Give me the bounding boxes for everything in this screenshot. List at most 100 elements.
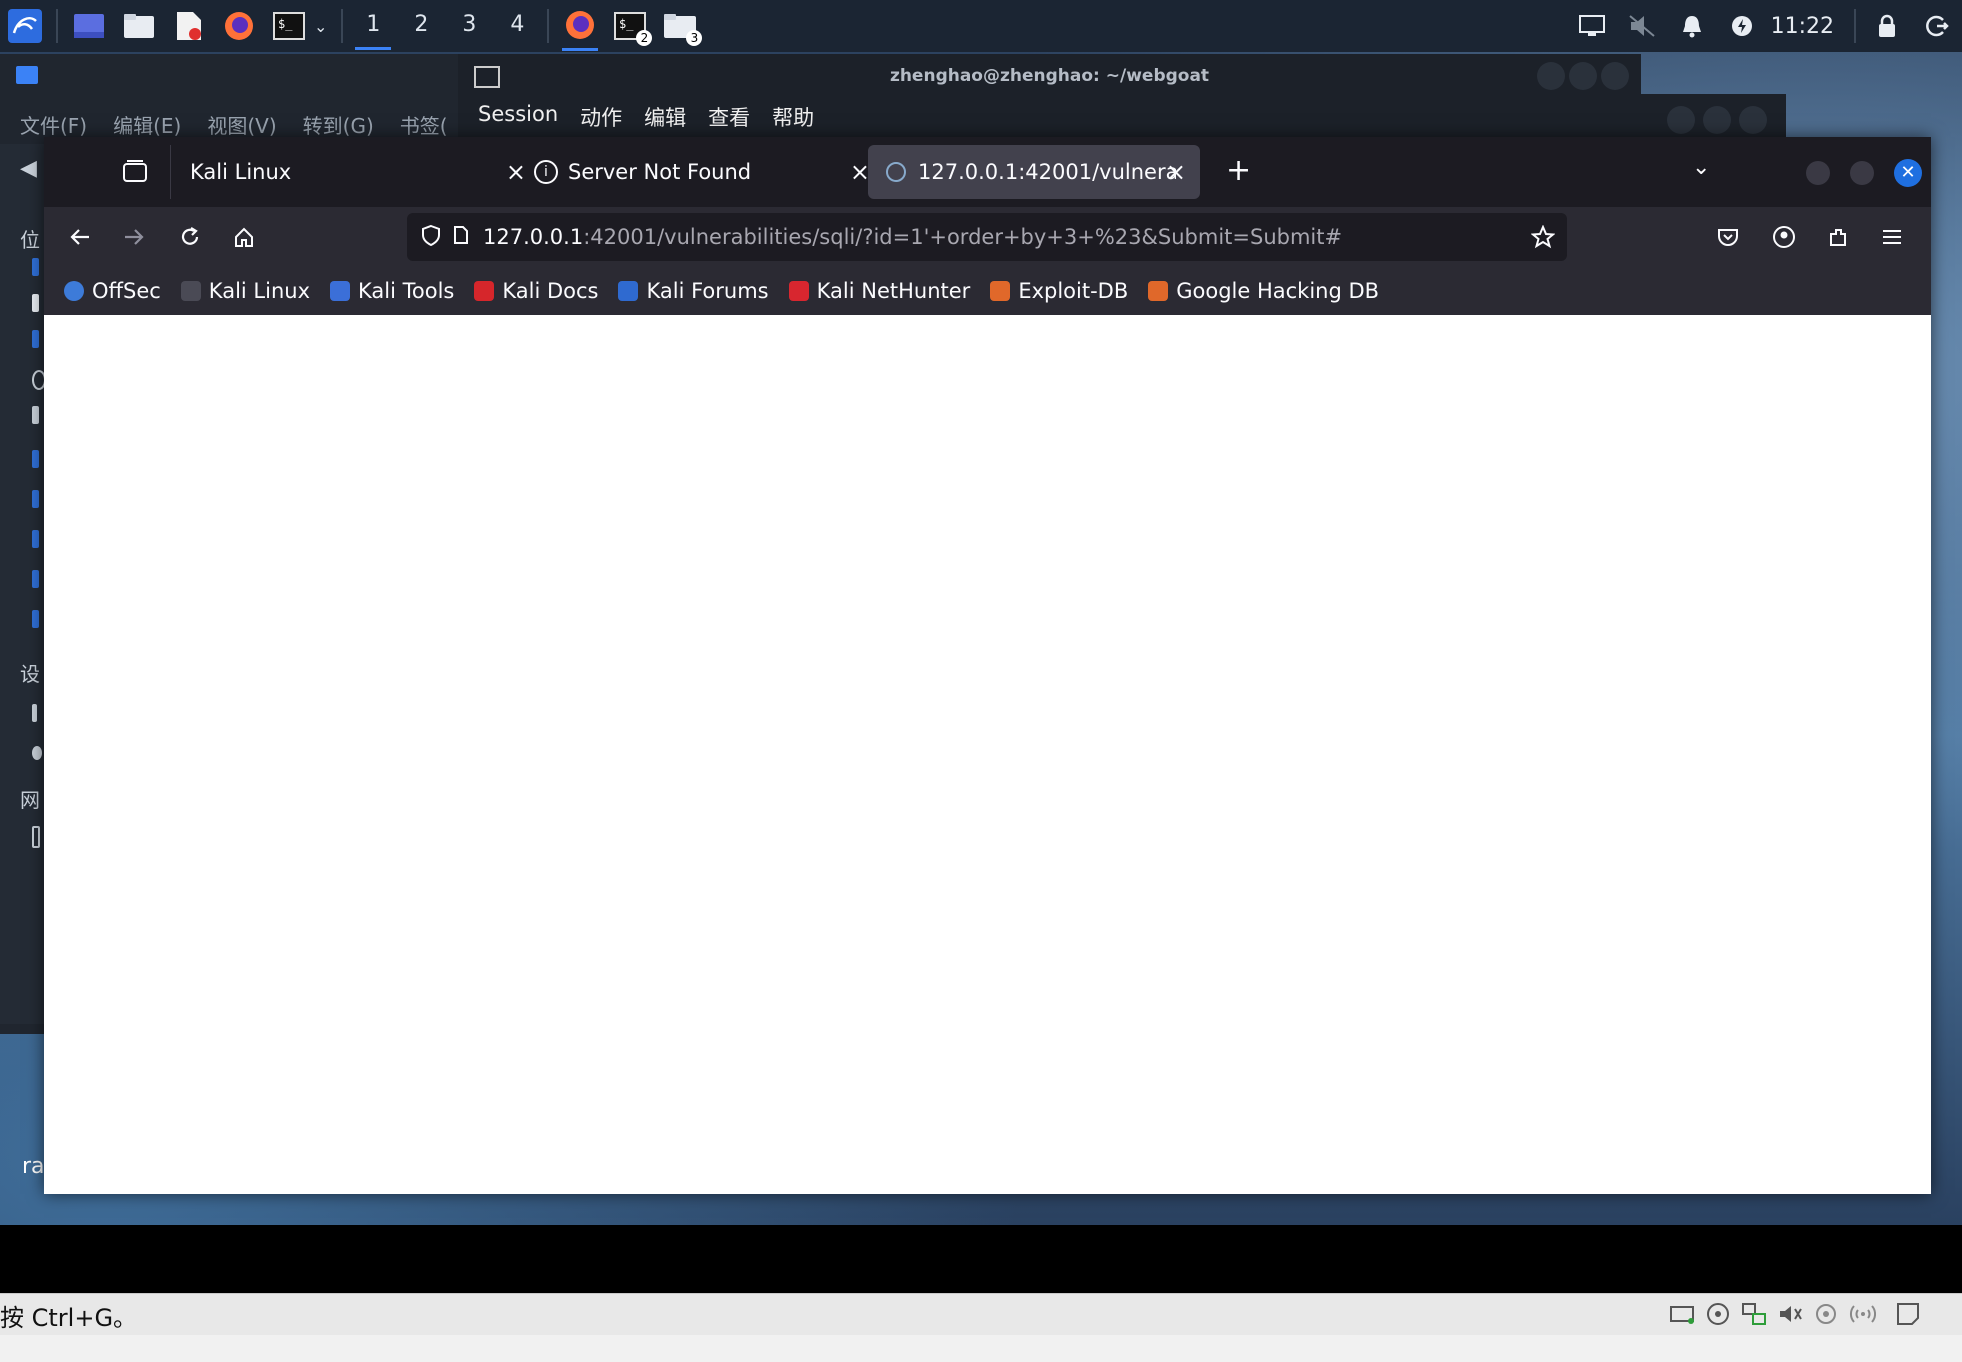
bookmark-star-icon[interactable] [1530,224,1556,254]
terminal-task-icon[interactable]: $_ 2 [612,8,653,46]
bookmark-google-hacking-db[interactable]: Google Hacking DB [1148,279,1379,303]
menu-edit[interactable]: 编辑(E) [113,110,181,139]
workspace-4[interactable]: 4 [493,0,541,52]
bookmark-kali-tools[interactable]: Kali Tools [330,279,454,303]
menu-view[interactable]: 查看 [708,102,750,132]
menu-file[interactable]: 文件(F) [20,110,87,139]
files-icon[interactable] [121,8,157,44]
sidebar-item[interactable] [32,826,40,848]
close-window-button[interactable]: ✕ [1894,159,1922,187]
kali-tools-icon [330,281,350,301]
menu-help[interactable]: 帮助 [772,102,814,132]
firefox-task-icon[interactable] [562,2,599,51]
sidebar-item[interactable] [32,746,42,760]
url-bar[interactable]: 127.0.0.1:42001/vulnerabilities/sqli/?id… [407,213,1567,261]
bookmark-kali-linux[interactable]: Kali Linux [180,279,310,303]
maximize-button[interactable] [1850,161,1874,185]
bookmark-label: OffSec [92,279,161,303]
files-task-icon[interactable]: 3 [662,8,703,46]
bookmark-kali-nethunter[interactable]: Kali NetHunter [788,279,970,303]
panel-separator [1854,9,1856,43]
workspace-3[interactable]: 3 [445,0,493,52]
tab-vulnerabilities[interactable]: 127.0.0.1:42001/vulnerabi × [868,145,1200,199]
bookmark-kali-docs[interactable]: Kali Docs [474,279,598,303]
sidebar-item[interactable] [32,330,39,348]
forward-arrow-icon[interactable] [116,219,152,255]
bookmark-exploit-db[interactable]: Exploit-DB [990,279,1128,303]
close-tab-icon[interactable]: × [1166,158,1186,186]
dropdown-icon[interactable]: ⌄ [314,17,327,36]
sidebar-item[interactable] [32,610,39,628]
close-tab-icon[interactable]: × [850,158,870,186]
close-button[interactable] [1601,62,1629,90]
firefox-icon[interactable] [221,8,257,44]
reload-icon[interactable] [172,219,208,255]
sidebar-item[interactable] [32,704,37,722]
sidebar-item[interactable] [32,294,39,312]
tab-kali-linux[interactable]: Kali Linux × [172,145,540,199]
menu-edit[interactable]: 编辑 [644,102,686,132]
tab-label: Kali Linux [190,160,292,184]
show-desktop-icon[interactable] [71,8,107,44]
minimize-button[interactable] [1806,161,1830,185]
lock-icon[interactable] [1869,8,1905,44]
text-editor-icon[interactable] [171,8,207,44]
workspace-1[interactable]: 1 [349,0,397,52]
list-all-tabs-icon[interactable]: ⌄ [1692,155,1710,180]
kali-dragon-icon [180,281,201,301]
home-icon[interactable] [226,219,262,255]
panel-separator [56,9,58,43]
pocket-icon[interactable] [1710,219,1746,255]
extensions-icon[interactable] [1820,219,1856,255]
new-tab-button[interactable]: + [1226,153,1251,188]
sidebar-item[interactable] [32,530,39,548]
screen-icon[interactable] [1574,8,1610,44]
optical-drive-icon[interactable] [1704,1300,1732,1328]
maximize-button[interactable] [1703,106,1731,134]
menu-actions[interactable]: 动作 [580,102,622,132]
workspace-2[interactable]: 2 [397,0,445,52]
bookmark-kali-forums[interactable]: Kali Forums [618,279,769,303]
minimize-button[interactable] [1667,106,1695,134]
bookmark-offsec[interactable]: OffSec [64,279,161,303]
loading-icon [886,162,906,182]
notes-icon[interactable] [1894,1300,1922,1328]
menu-session[interactable]: Session [478,102,558,132]
maximize-button[interactable] [1569,62,1597,90]
kali-menu-icon[interactable] [7,8,43,44]
account-icon[interactable] [1766,219,1802,255]
menu-view[interactable]: 视图(V) [207,110,276,139]
terminal-icon[interactable]: $_ [271,8,307,44]
menu-go[interactable]: 转到(G) [303,110,374,139]
bookmark-label: Exploit-DB [1018,279,1129,303]
sidebar-item[interactable] [32,490,39,508]
page-icon[interactable] [453,225,469,250]
close-button[interactable] [1739,106,1767,134]
back-arrow-icon[interactable] [62,219,98,255]
sidebar-item[interactable] [32,450,39,468]
top-panel: $_ ⌄ 1 2 3 4 $_ 2 3 11:22 [0,0,1962,52]
page-content[interactable] [44,317,1931,1194]
network-icon[interactable] [1740,1300,1768,1328]
wireless-icon[interactable] [1848,1300,1876,1328]
bookmark-label: Kali Tools [358,279,455,303]
tab-server-not-found[interactable]: i Server Not Found × [516,145,884,199]
menu-bookmarks[interactable]: 书签( [400,110,448,139]
hamburger-menu-icon[interactable] [1874,219,1910,255]
sidebar-item[interactable] [32,406,39,424]
back-arrow-icon[interactable]: ◀ [20,156,37,181]
mute-icon[interactable] [1624,8,1660,44]
minimize-button[interactable] [1537,62,1565,90]
sidebar-item[interactable] [32,570,39,588]
clock[interactable]: 11:22 [1771,14,1834,39]
power-icon[interactable] [1724,8,1760,44]
kali-forums-icon [618,281,639,301]
audio-icon[interactable] [1776,1300,1804,1328]
logout-icon[interactable] [1919,8,1955,44]
bell-icon[interactable] [1674,8,1710,44]
usb-icon[interactable] [1812,1300,1840,1328]
sidebar-item[interactable] [32,258,39,276]
shield-icon[interactable] [421,224,441,251]
tab-overview-icon[interactable] [122,159,148,183]
storage-icon[interactable] [1668,1300,1696,1328]
